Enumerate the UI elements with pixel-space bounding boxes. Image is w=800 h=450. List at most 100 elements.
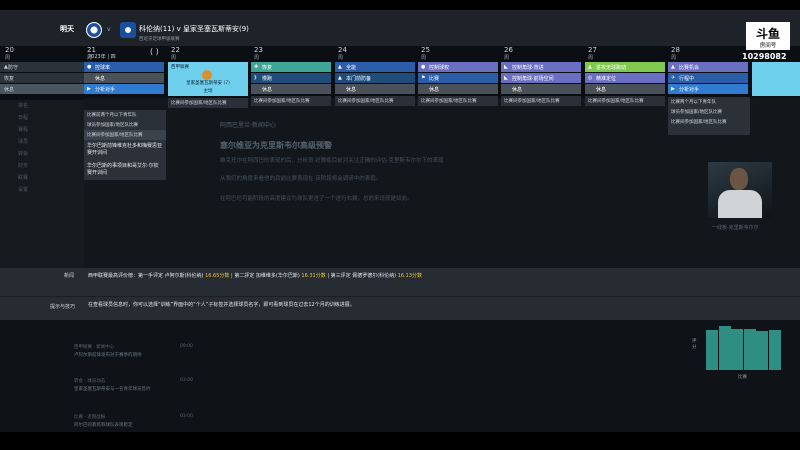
news-body-line: 在阿巴伦可能阶段的高度建议为球队更进了一个进行右翼，总的来说就是如此。 (220, 196, 413, 202)
recovery-icon: ✚ (254, 64, 259, 70)
sidebar-item[interactable]: 排名 (0, 100, 84, 112)
session-chip[interactable]: 休息 (335, 84, 415, 94)
day-column-28: ▲ 比赛机会 ✈ 行程中 ▶ 分析对手 (668, 62, 748, 95)
popup-text: 球员参加国家/地区队比赛 (671, 110, 723, 115)
session-chip[interactable]: 休息 (418, 84, 498, 94)
news-ticker: 新闻 西甲联赛最高评价榜：第一手评定 卢阿尔斯(科伦纳) 16.65分数 | 第… (0, 268, 800, 296)
session-chip[interactable]: 休息 (585, 84, 665, 94)
session-chip[interactable]: 休息 (251, 84, 331, 94)
match-card-venue: 主场 (203, 89, 213, 94)
chart-bar (706, 330, 718, 370)
home-crest-icon (86, 22, 102, 38)
corner-icon: ◣ (504, 75, 508, 81)
chart-xlabel: 比赛 (738, 375, 747, 380)
tomorrow-label: 明天 (60, 25, 74, 33)
match-title[interactable]: 科伦纳(11) v 皇家圣塞瓦斯蒂安(9) (139, 24, 249, 34)
opponent-crest-icon (202, 70, 212, 80)
player-body (718, 190, 762, 218)
vs-label: v (107, 26, 111, 33)
session-chip[interactable]: ▶ 分析对手 (84, 84, 164, 94)
competition-name: 西班牙足球甲级联赛 (139, 37, 180, 42)
national-note: 比赛间参加国家/地区队比赛 (251, 96, 331, 106)
popup-player-info: 比赛前两个月以下青年队 球员参加国家/地区队比赛 比赛间参加国家/地区队比赛 华… (84, 110, 166, 180)
news-section-title: 阿西巴里兰·新闻中心 (220, 122, 276, 129)
session-chip[interactable]: ◎ 精准定位 (585, 73, 665, 83)
session-chip[interactable]: ▲ 进攻无球跑动 (585, 62, 665, 72)
top-letterbox (0, 0, 800, 10)
national-note: 比赛间参加国家/地区队比赛 (418, 96, 498, 106)
session-chip[interactable]: ◣ 控制角球·前场空间 (501, 73, 581, 83)
day-column-22: 西甲联赛 皇家圣塞瓦斯蒂安 (7) 主场 比赛间参加国家/地区队比赛 (168, 62, 248, 108)
lower-panel: 西甲联赛 · 新闻中心 卢阿尔斯前锋发布对于赛季的期待 09:00 转会 · 球… (0, 320, 800, 432)
news-label: 新闻 (64, 273, 75, 279)
next-match-card[interactable] (752, 62, 800, 96)
session-chip[interactable]: ⟫ 慢跑 (251, 73, 331, 83)
calendar-month[interactable]: 2023年 | 四 (88, 53, 116, 60)
news-text[interactable]: 西甲联赛最高评价榜：第一手评定 卢阿尔斯(科伦纳) 16.65分数 | 第二評定… (88, 272, 422, 279)
session-chip[interactable]: ▲ 比赛机会 (668, 62, 748, 72)
sidebar-item[interactable]: 球员 (0, 136, 84, 148)
national-note: 比赛间参加国家/地区队比赛 (168, 98, 248, 108)
session-recovery[interactable]: 恢复 (0, 73, 84, 83)
room-label: 房间号 (746, 42, 790, 50)
left-session-list: ▲ 防守 恢复 休息 (0, 62, 84, 97)
sidebar-item[interactable]: 联赛 (0, 172, 84, 184)
cone-icon: ▲ (338, 75, 342, 81)
match-card[interactable]: 西甲联赛 皇家圣塞瓦斯蒂安 (7) 主场 (168, 62, 248, 96)
session-chip[interactable]: 休息 (501, 84, 581, 94)
away-crest-icon (120, 22, 136, 38)
chart-bar (731, 328, 743, 370)
day-column-27: ▲ 进攻无球跑动 ◎ 精准定位 休息 比赛间参加国家/地区队比赛 (585, 62, 665, 106)
match-card-competition: 西甲联赛 (171, 65, 189, 70)
popup-player-info-right: 比赛两个月以下青年队 球员参加国家/地区队比赛 比赛间参加国家/地区队比赛 (668, 97, 750, 135)
day-column-25: ● 控制球权 ⚑ 比赛 休息 比赛间参加国家/地区队比赛 (418, 62, 498, 106)
session-rest[interactable]: 休息 (0, 84, 84, 94)
session-chip[interactable]: ● 控制球权 (418, 62, 498, 72)
analysis-icon: ▶ (671, 86, 675, 92)
national-note: 比赛间参加国家/地区队比赛 (335, 96, 415, 106)
ball-icon: ● (421, 64, 426, 70)
sidebar-item[interactable]: 财务 (0, 160, 84, 172)
session-chip[interactable]: ⚑ 比赛 (418, 73, 498, 83)
chart-bar (768, 329, 781, 370)
session-chip[interactable]: ▶ 分析对手 (668, 84, 748, 94)
news-body-line: 维克托尔在阿西巴的表现的后，分析员·好教练目前对关注正确的评估·克里斯韦尔尔下的… (220, 158, 444, 164)
sidebar-item[interactable]: 赛程 (0, 124, 84, 136)
calendar-toggle-icon[interactable]: ( ) (150, 47, 159, 56)
cone-icon: ▲ (338, 64, 342, 70)
sidebar-item[interactable]: 日程 (0, 112, 84, 124)
popup-text: 比赛间参加国家/地区队比赛 (671, 120, 727, 125)
feed-item[interactable]: 比赛 · 近期战报 阿尔巴的教练称球队表现稳定 03:00 (74, 414, 194, 428)
match-icon: ⚑ (421, 75, 426, 81)
feed-item[interactable]: 西甲联赛 · 新闻中心 卢阿尔斯前锋发布对于赛季的期待 09:00 (74, 344, 194, 358)
chart-bar (718, 326, 731, 370)
match-card-teams: 皇家圣塞瓦斯蒂安 (7) (186, 81, 230, 86)
player-caption: 一线板·克里斯韦尔尔 (712, 225, 759, 231)
session-chip[interactable]: ● 控球率 (84, 62, 164, 72)
popup-text: 球员参加国家/地区队比赛 (87, 123, 139, 128)
day-column-29 (752, 62, 800, 96)
player-head (730, 168, 748, 190)
popup-link[interactable]: 华尔巴斯前锋维克杜多和梅赛思亚赛开训间 (84, 140, 166, 160)
match-header: 明天 v 科伦纳(11) v 皇家圣塞瓦斯蒂安(9) 西班牙足球甲级联赛 斗鱼 … (0, 10, 800, 61)
session-chip[interactable]: ✚ 恢复 (251, 62, 331, 72)
session-chip[interactable]: ▲ 本门前防备 (335, 73, 415, 83)
session-chip[interactable]: 休息 (84, 73, 164, 83)
tips-bar: 提示与技巧 在查看球员信息时，你可以选择“训练”界面中的“个人”子标签并选择球员… (0, 296, 800, 320)
feed-item[interactable]: 转会 · 球员动态 皇家圣塞瓦斯蒂安与一名青年球员签约 03:00 (74, 378, 194, 392)
ball-icon: ● (87, 64, 92, 70)
sidebar-item[interactable]: 设置 (0, 184, 84, 196)
analysis-icon: ▶ (87, 86, 91, 92)
player-photo (708, 162, 772, 218)
session-chip[interactable]: ◣ 控制角球·背进 (501, 62, 581, 72)
popup-link[interactable]: 华尔巴斯的事项目和哥艾尔·尔钦赛开训间 (84, 160, 166, 180)
day-column-21: ● 控球率 休息 ▶ 分析对手 (84, 62, 164, 95)
session-defense[interactable]: ▲ 防守 (0, 62, 84, 72)
news-body-line: 从我们的角度来看他的目前比赛表现在·该阶段将会调研中的表现。 (220, 176, 382, 182)
travel-icon: ✈ (671, 75, 676, 81)
news-headline[interactable]: 塞尔维亚为克里斯韦尔高级预警 (220, 140, 332, 151)
session-chip[interactable]: ▲ 全能 (335, 62, 415, 72)
sidebar-item[interactable]: 转会 (0, 148, 84, 160)
target-icon: ◎ (588, 75, 593, 81)
session-chip[interactable]: ✈ 行程中 (668, 73, 748, 83)
